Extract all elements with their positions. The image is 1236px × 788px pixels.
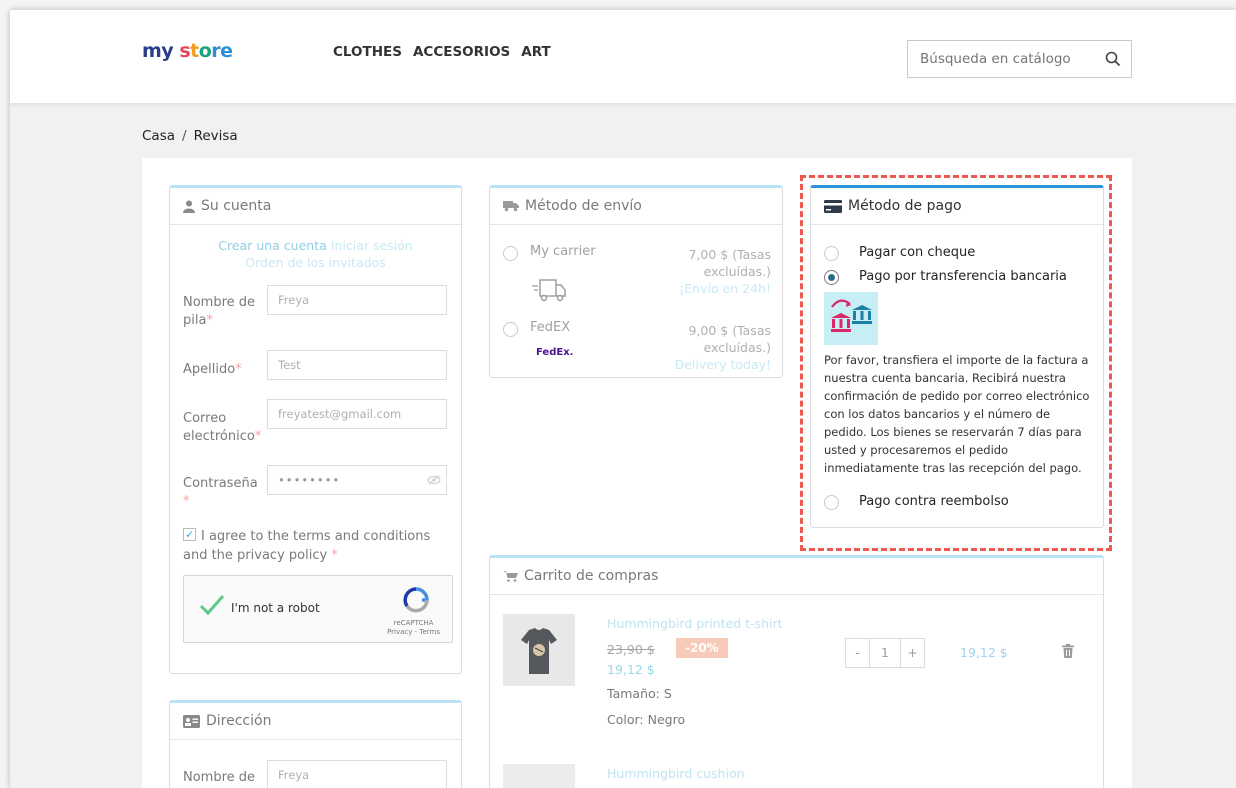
carrier-radio[interactable] [503, 322, 518, 337]
carrier-price: 7,00 $ (Tasas excluídas.) ¡Envío en 24h! [679, 247, 771, 296]
payment-title: Método de pago [848, 198, 962, 214]
quantity-stepper: - 1 + [845, 638, 925, 668]
main-nav: CLOTHES ACCESORIOS ART [333, 44, 551, 60]
product-name[interactable]: Hummingbird cushion [607, 766, 745, 781]
nav-art[interactable]: ART [521, 44, 550, 60]
product-size: Tamaño: S [607, 686, 672, 701]
recaptcha-logo-icon [403, 587, 429, 613]
password-label: Contraseña * [183, 476, 258, 509]
payment-radio[interactable] [824, 246, 839, 261]
product-color: Color: Negro [607, 712, 686, 727]
carrier-row[interactable]: My carrier 7,00 $ (Tasas excluídas.) ¡Env… [503, 244, 771, 314]
carrier-radio[interactable] [503, 246, 518, 261]
discount-badge: -20% [676, 638, 728, 658]
shipping-title: Método de envío [525, 198, 642, 214]
create-account-link[interactable]: Crear una cuenta [218, 238, 327, 253]
line-total: 19,12 $ [960, 645, 1008, 660]
store-logo[interactable]: my store [142, 40, 233, 62]
payment-card: Método de pago Pagar con cheque Pago por… [810, 185, 1104, 528]
email-input[interactable]: freyatest@gmail.com [267, 399, 447, 429]
nav-accesorios[interactable]: ACCESORIOS [413, 44, 510, 60]
address-card-icon [183, 714, 200, 728]
search-box [907, 40, 1132, 78]
eye-icon[interactable] [427, 475, 441, 485]
address-card: Dirección Nombre de Freya [169, 700, 462, 788]
delivery-truck-icon [532, 279, 566, 302]
captcha-label: I'm not a robot [231, 601, 320, 615]
payment-description: Por favor, transfiera el importe de la f… [824, 353, 1090, 475]
address-title: Dirección [206, 713, 272, 729]
quantity-increase-button[interactable]: + [900, 638, 925, 668]
breadcrumb-current: Revisa [193, 128, 238, 144]
product-price: 19,12 $ [607, 662, 655, 677]
captcha-brand: reCAPTCHA Privacy - Terms [387, 619, 440, 636]
checkout-container: Su cuenta Crear una cuenta Iniciar sesió… [142, 158, 1132, 788]
carrier-price: 9,00 $ (Tasas excluídas.) Delivery today! [674, 323, 771, 372]
account-card-header: Su cuenta [170, 188, 461, 225]
password-input[interactable]: •••••••• [267, 465, 447, 495]
site-header: my store CLOTHES ACCESORIOS ART [10, 10, 1236, 103]
terms-row: I agree to the terms and conditions and … [183, 525, 453, 565]
page-frame: my store CLOTHES ACCESORIOS ART Casa/Rev… [10, 10, 1236, 788]
product-name[interactable]: Hummingbird printed t-shirt [607, 616, 783, 631]
captcha-links[interactable]: Privacy - Terms [387, 628, 440, 636]
email-label: Correo electrónico* [183, 411, 262, 444]
bank-transfer-icon [824, 292, 878, 345]
first-name-input[interactable]: Freya [267, 285, 447, 315]
product-thumbnail[interactable] [503, 764, 575, 788]
cart-card: Carrito de compras Hummingbird printed t… [489, 555, 1104, 788]
cart-card-header: Carrito de compras [490, 558, 1103, 595]
terms-label: I agree to the terms and conditions and … [183, 529, 431, 563]
search-input[interactable] [920, 51, 1090, 67]
fedex-logo: FedEx. [536, 347, 574, 358]
truck-icon [503, 201, 519, 212]
last-name-label: Apellido* [183, 362, 242, 377]
payment-radio[interactable] [824, 495, 839, 510]
login-link[interactable]: Iniciar sesión [331, 238, 413, 253]
shipping-card: Método de envío My carrier 7,00 $ (Tasas… [489, 185, 783, 378]
address-first-name-input[interactable]: Freya [267, 760, 447, 788]
account-card: Su cuenta Crear una cuenta Iniciar sesió… [169, 185, 462, 674]
cart-title: Carrito de compras [524, 568, 659, 584]
product-old-price: 23,90 $ [607, 642, 655, 657]
quantity-input[interactable]: 1 [870, 638, 900, 668]
first-name-label: Nombre de pila* [183, 295, 256, 328]
payment-card-header: Método de pago [811, 188, 1103, 225]
last-name-input[interactable]: Test [267, 350, 447, 380]
shopping-cart-icon [503, 571, 518, 582]
product-thumbnail[interactable] [503, 614, 575, 686]
payment-radio-selected[interactable] [824, 270, 839, 285]
carrier-name: FedEX [530, 320, 571, 335]
carrier-name: My carrier [530, 244, 596, 259]
address-card-header: Dirección [170, 703, 461, 740]
shipping-card-header: Método de envío [490, 188, 782, 225]
nav-clothes[interactable]: CLOTHES [333, 44, 402, 60]
guest-order-link[interactable]: Orden de los invitados [245, 255, 385, 270]
account-title: Su cuenta [201, 198, 272, 214]
breadcrumb: Casa / Revisa [142, 128, 238, 144]
account-links: Crear una cuenta Iniciar sesión Orden de… [170, 237, 461, 271]
carrier-row[interactable]: FedEX FedEx. 9,00 $ (Tasas excluídas.) De… [503, 320, 771, 372]
breadcrumb-home[interactable]: Casa [142, 128, 175, 144]
recaptcha-widget: I'm not a robot reCAPTCHA Privacy - Terms [183, 575, 453, 643]
trash-icon[interactable] [1062, 644, 1074, 658]
checkmark-icon[interactable] [199, 594, 225, 616]
user-icon [183, 200, 195, 213]
terms-checkbox[interactable] [183, 525, 196, 544]
search-icon[interactable] [1105, 51, 1121, 67]
credit-card-icon [824, 199, 842, 213]
address-first-name-label: Nombre de [183, 770, 256, 785]
quantity-decrease-button[interactable]: - [845, 638, 870, 668]
